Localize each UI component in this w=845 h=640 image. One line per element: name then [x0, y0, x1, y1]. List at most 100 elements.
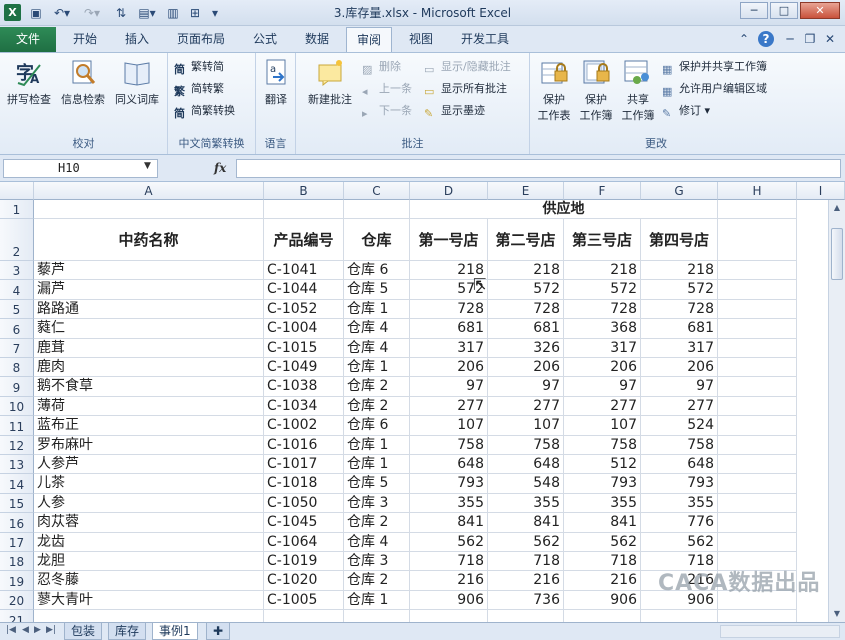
- text-cell[interactable]: 漏芦: [34, 280, 264, 300]
- cell[interactable]: [264, 200, 344, 219]
- text-cell[interactable]: C-1049: [264, 358, 344, 377]
- column-title-cell[interactable]: 仓库: [344, 219, 410, 261]
- minimize-ribbon-icon[interactable]: ⌃: [736, 31, 752, 47]
- text-cell[interactable]: 鹿肉: [34, 358, 264, 377]
- text-cell[interactable]: [34, 610, 264, 622]
- cell[interactable]: [718, 339, 797, 358]
- doc-close-icon[interactable]: ✕: [822, 31, 838, 47]
- text-cell[interactable]: C-1050: [264, 494, 344, 513]
- number-cell[interactable]: 206: [410, 358, 488, 377]
- number-cell[interactable]: 572: [488, 280, 564, 300]
- text-cell[interactable]: 藜芦: [34, 261, 264, 280]
- number-cell[interactable]: 107: [410, 416, 488, 436]
- tab-file[interactable]: 文件: [0, 27, 56, 52]
- row-header[interactable]: 5: [0, 300, 34, 319]
- number-cell[interactable]: 841: [410, 513, 488, 533]
- text-cell[interactable]: 仓库 2: [344, 513, 410, 533]
- tab-formulas[interactable]: 公式: [244, 27, 286, 52]
- number-cell[interactable]: 562: [410, 533, 488, 552]
- number-cell[interactable]: 97: [564, 377, 641, 397]
- text-cell[interactable]: 仓库 2: [344, 397, 410, 416]
- row-header[interactable]: 16: [0, 513, 34, 533]
- column-header-h[interactable]: H: [718, 182, 797, 200]
- number-cell[interactable]: 355: [641, 494, 718, 513]
- cell[interactable]: [718, 513, 797, 533]
- text-cell[interactable]: C-1064: [264, 533, 344, 552]
- show-all-comments-button[interactable]: ▭ 显示所有批注: [424, 79, 507, 99]
- horizontal-scrollbar[interactable]: [720, 625, 840, 638]
- column-header-e[interactable]: E: [488, 182, 564, 200]
- number-cell[interactable]: 793: [410, 474, 488, 494]
- number-cell[interactable]: 728: [488, 300, 564, 319]
- number-cell[interactable]: 906: [564, 591, 641, 610]
- number-cell[interactable]: 317: [641, 339, 718, 358]
- number-cell[interactable]: 218: [488, 261, 564, 280]
- text-cell[interactable]: C-1020: [264, 571, 344, 591]
- number-cell[interactable]: 681: [410, 319, 488, 339]
- number-cell[interactable]: 216: [488, 571, 564, 591]
- number-cell[interactable]: 572: [564, 280, 641, 300]
- row-header[interactable]: 15: [0, 494, 34, 513]
- row-header[interactable]: 2: [0, 219, 34, 261]
- help-icon[interactable]: ?: [758, 31, 774, 47]
- tab-data[interactable]: 数据: [294, 27, 340, 52]
- name-box-dropdown-icon[interactable]: ▼: [144, 161, 151, 171]
- number-cell[interactable]: 758: [410, 436, 488, 455]
- text-cell[interactable]: 仓库 4: [344, 533, 410, 552]
- cell[interactable]: [718, 474, 797, 494]
- text-cell[interactable]: C-1015: [264, 339, 344, 358]
- doc-restore-icon[interactable]: ❐: [802, 31, 818, 47]
- number-cell[interactable]: 758: [641, 436, 718, 455]
- scroll-down-icon[interactable]: ▼: [831, 608, 843, 620]
- number-cell[interactable]: 277: [641, 397, 718, 416]
- tab-view[interactable]: 视图: [398, 27, 444, 52]
- row-header[interactable]: 18: [0, 552, 34, 571]
- row-header[interactable]: 20: [0, 591, 34, 610]
- number-cell[interactable]: 317: [410, 339, 488, 358]
- text-cell[interactable]: 仓库 4: [344, 339, 410, 358]
- number-cell[interactable]: 562: [564, 533, 641, 552]
- column-header-a[interactable]: A: [34, 182, 264, 200]
- text-cell[interactable]: 仓库 3: [344, 494, 410, 513]
- sheet-tab-example1[interactable]: 事例1: [152, 623, 198, 640]
- number-cell[interactable]: 758: [564, 436, 641, 455]
- column-title-cell[interactable]: 第四号店: [641, 219, 718, 261]
- new-comment-button[interactable]: 新建批注: [302, 57, 358, 107]
- text-cell[interactable]: 蓼大青叶: [34, 591, 264, 610]
- close-button[interactable]: ✕: [800, 2, 840, 19]
- number-cell[interactable]: 368: [564, 319, 641, 339]
- sheet-tab-inventory[interactable]: 库存: [108, 623, 147, 640]
- text-cell[interactable]: 仓库 3: [344, 552, 410, 571]
- cell[interactable]: [718, 280, 797, 300]
- worksheet-grid[interactable]: A B C D E F G H I 1 2 供应地 中药名称 产品编号 仓库 第一号店 第二号店 第三号店 第四号店…: [0, 182, 845, 622]
- formula-input[interactable]: [236, 159, 841, 178]
- cell[interactable]: [718, 455, 797, 474]
- vertical-scrollbar[interactable]: ▲ ▼: [828, 200, 845, 622]
- number-cell[interactable]: 216: [410, 571, 488, 591]
- show-ink-button[interactable]: ✎ 显示墨迹: [424, 101, 485, 121]
- number-cell[interactable]: 107: [564, 416, 641, 436]
- tab-home[interactable]: 开始: [62, 27, 108, 52]
- text-cell[interactable]: 仓库 4: [344, 319, 410, 339]
- translate-button[interactable]: a 翻译: [260, 57, 292, 107]
- supply-header-cell[interactable]: 供应地: [410, 200, 718, 219]
- text-cell[interactable]: 薄荷: [34, 397, 264, 416]
- cell[interactable]: [718, 261, 797, 280]
- last-sheet-icon[interactable]: ▶|: [46, 625, 56, 635]
- number-cell[interactable]: 572: [641, 280, 718, 300]
- text-cell[interactable]: 人参芦: [34, 455, 264, 474]
- doc-minimize-icon[interactable]: ─: [782, 31, 798, 47]
- number-cell[interactable]: 728: [410, 300, 488, 319]
- cell[interactable]: [718, 219, 797, 261]
- show-hide-comment-button[interactable]: ▭ 显示/隐藏批注: [424, 57, 511, 77]
- text-cell[interactable]: C-1041: [264, 261, 344, 280]
- number-cell[interactable]: 648: [641, 455, 718, 474]
- select-all-corner[interactable]: [0, 182, 34, 200]
- maximize-button[interactable]: □: [770, 2, 798, 19]
- text-cell[interactable]: 仓库 6: [344, 416, 410, 436]
- text-cell[interactable]: 儿茶: [34, 474, 264, 494]
- text-cell[interactable]: C-1005: [264, 591, 344, 610]
- number-cell[interactable]: 206: [488, 358, 564, 377]
- text-cell[interactable]: 龙胆: [34, 552, 264, 571]
- number-cell[interactable]: 524: [641, 416, 718, 436]
